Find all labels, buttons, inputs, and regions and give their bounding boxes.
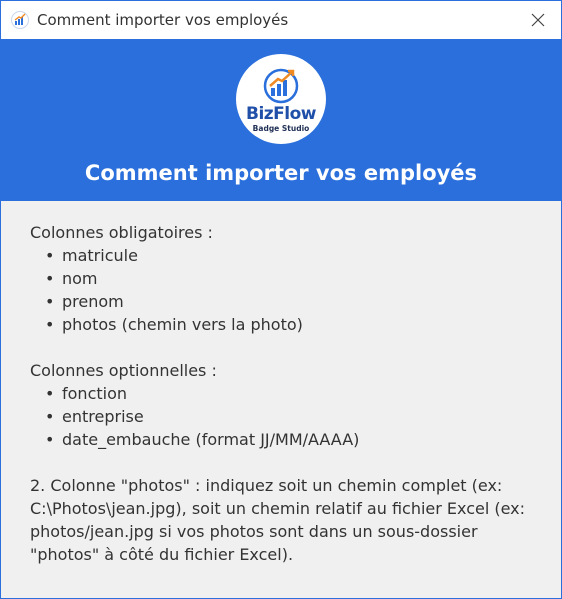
close-button[interactable] [515,1,561,39]
required-columns-list: matricule nom prenom photos (chemin vers… [45,244,530,336]
list-item: prenom [45,290,530,313]
list-item: entreprise [45,405,530,428]
instructions-text: Colonnes obligatoires : matricule nom pr… [30,221,530,566]
required-columns-title: Colonnes obligatoires : [30,223,213,242]
photos-note-line: "photos" à côté du fichier Excel). [30,545,294,564]
instructions-panel: Colonnes obligatoires : matricule nom pr… [1,201,561,598]
logo-brand-text: BizFlow [245,104,317,124]
dialog-window: Comment importer vos employés BizFlow Ba… [0,0,562,599]
logo-subtitle-text: Badge Studio [252,124,310,133]
list-item: fonction [45,382,530,405]
bizflow-logo-icon [11,11,29,29]
page-title: Comment importer vos employés [84,161,478,185]
optional-columns-title: Colonnes optionnelles : [30,361,217,380]
title-bar[interactable]: Comment importer vos employés [1,1,561,39]
chart-growth-icon [263,68,299,104]
list-item: photos (chemin vers la photo) [45,313,530,336]
window-title: Comment importer vos employés [37,11,289,29]
bizflow-logo: BizFlow Badge Studio [236,54,326,144]
photos-note-line: C:\Photos\jean.jpg), soit un chemin rela… [30,499,526,518]
photos-note-line: photos/jean.jpg si vos photos sont dans … [30,522,478,541]
close-icon [531,13,545,27]
list-item: nom [45,267,530,290]
photos-note-line: 2. Colonne "photos" : indiquez soit un c… [30,476,503,495]
list-item: matricule [45,244,530,267]
optional-columns-list: fonction entreprise date_embauche (forma… [45,382,530,451]
dialog-header: BizFlow Badge Studio Comment importer vo… [1,39,561,201]
list-item: date_embauche (format JJ/MM/AAAA) [45,428,530,451]
